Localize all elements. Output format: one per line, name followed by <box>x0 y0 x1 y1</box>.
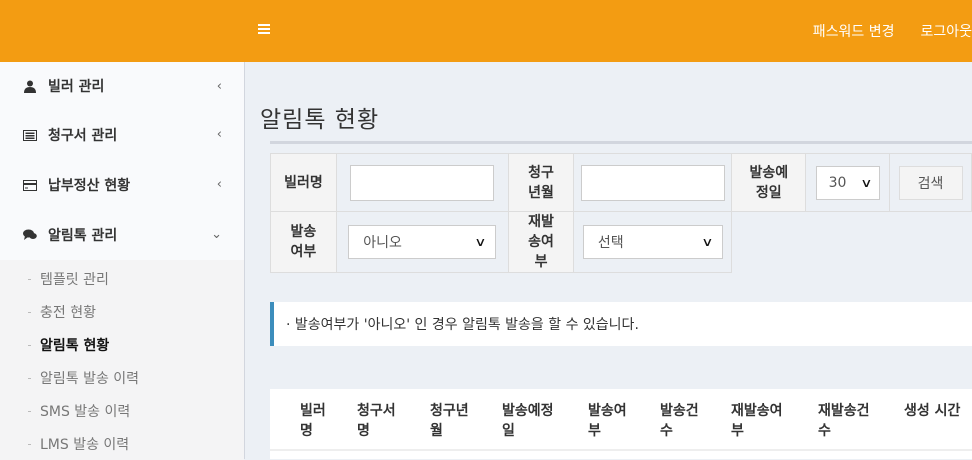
column-header: 생성 시간 <box>904 403 961 419</box>
schedule-label: 발송예정일 <box>731 153 807 212</box>
resend-label: 재발송여부 <box>507 211 575 273</box>
sidebar: 빌러 관리 ‹ 청구서 관리 ‹ 납부정산 현황 ‹ 알림톡 관리 ⌄ 템플릿 … <box>0 62 245 460</box>
submenu-item-charge[interactable]: 충전 현황 <box>0 295 244 328</box>
chevron-left-icon: ‹ <box>216 79 222 94</box>
sidebar-item-label: 알림톡 관리 <box>48 228 118 244</box>
chevron-down-icon: ∨ <box>474 235 487 249</box>
biller-cell <box>335 153 509 212</box>
column-header: 발송건수 <box>660 403 699 439</box>
sidebar-item-label: 납부정산 현황 <box>48 178 131 194</box>
sent-value: 아니오 <box>363 235 402 251</box>
sidebar-item-label: 빌러 관리 <box>48 79 105 95</box>
month-cell <box>573 153 733 212</box>
schedule-label-text: 발송예정일 <box>749 164 789 201</box>
chevron-down-icon: ⌄ <box>211 227 222 242</box>
column-header: 재발송여부 <box>731 403 783 439</box>
comments-icon <box>22 227 38 243</box>
hamburger-icon[interactable] <box>258 22 274 38</box>
month-label: 청구년월 <box>507 153 575 212</box>
alimtalk-submenu: 템플릿 관리 충전 현황 알림톡 현황 알림톡 발송 이력 SMS 발송 이력 … <box>0 260 244 460</box>
search-button[interactable]: 검색 <box>898 165 963 200</box>
submenu-item-template[interactable]: 템플릿 관리 <box>0 262 244 295</box>
header-divider <box>270 449 972 451</box>
resend-cell: 선택 ∨ <box>573 211 733 273</box>
search-form: 빌러명 청구년월 발송예정일 30 ∨ 검색 발송여부 아니오 ∨ 재발송여부 <box>270 153 972 273</box>
submenu-item-alimtalk-status[interactable]: 알림톡 현황 <box>0 328 244 361</box>
sent-select[interactable]: 아니오 ∨ <box>348 225 497 259</box>
chevron-left-icon: ‹ <box>216 127 222 142</box>
logout-link[interactable]: 로그아웃 <box>920 21 972 41</box>
sidebar-item-label: 청구서 관리 <box>48 128 118 144</box>
chevron-down-icon: ∨ <box>860 175 873 190</box>
sidebar-item-biller[interactable]: 빌러 관리 ‹ <box>0 62 244 110</box>
search-button-cell: 검색 <box>889 153 972 212</box>
card-icon <box>22 177 38 193</box>
result-table: 빌러명 청구서명 청구년월 발송예정일 발송여부 발송건수 재발송여부 재발송건… <box>270 389 972 459</box>
column-header: 발송여부 <box>588 403 627 439</box>
column-header: 빌러명 <box>300 403 326 439</box>
schedule-value: 30 <box>828 174 847 191</box>
schedule-select[interactable]: 30 ∨ <box>815 165 880 200</box>
list-icon <box>22 127 38 143</box>
sidebar-item-alimtalk[interactable]: 알림톡 관리 ⌄ <box>0 210 244 260</box>
resend-label-text: 재발송여부 <box>528 214 554 270</box>
submenu-item-sms-history[interactable]: SMS 발송 이력 <box>0 394 244 427</box>
column-header: 발송예정일 <box>502 403 554 439</box>
column-header: 청구년월 <box>430 403 469 439</box>
biller-label-text: 빌러명 <box>284 174 323 191</box>
sidebar-item-invoice[interactable]: 청구서 관리 ‹ <box>0 110 244 160</box>
biller-input[interactable] <box>350 164 495 201</box>
page-title: 알림톡 현황 <box>260 107 380 133</box>
column-header: 재발송건수 <box>818 403 870 439</box>
sent-label-text: 발송여부 <box>290 224 317 260</box>
top-navbar: 패스워드 변경 로그아웃 <box>0 0 972 62</box>
resend-select[interactable]: 선택 ∨ <box>582 225 723 259</box>
box-top-border <box>270 141 972 144</box>
schedule-cell: 30 ∨ <box>805 153 891 212</box>
resend-value: 선택 <box>597 235 624 251</box>
submenu-item-lms-history[interactable]: LMS 발송 이력 <box>0 427 244 460</box>
password-change-link[interactable]: 패스워드 변경 <box>813 21 895 41</box>
sidebar-item-payment[interactable]: 납부정산 현황 ‹ <box>0 160 244 210</box>
column-header: 청구서명 <box>357 403 396 439</box>
chevron-left-icon: ‹ <box>216 177 222 192</box>
chevron-down-icon: ∨ <box>701 235 714 249</box>
sent-cell: 아니오 ∨ <box>335 211 509 273</box>
submenu-item-alimtalk-history[interactable]: 알림톡 발송 이력 <box>0 361 244 394</box>
month-label-text: 청구년월 <box>528 164 554 201</box>
logo-area <box>0 0 245 62</box>
info-callout: · 발송여부가 '아니오' 인 경우 알림톡 발송을 할 수 있습니다. <box>270 302 972 346</box>
biller-label: 빌러명 <box>270 153 337 212</box>
navbar-right: 패스워드 변경 로그아웃 <box>813 0 972 62</box>
info-callout-text: · 발송여부가 '아니오' 인 경우 알림톡 발송을 할 수 있습니다. <box>286 317 639 333</box>
sent-label: 발송여부 <box>270 211 337 273</box>
user-icon <box>22 78 38 94</box>
month-input[interactable] <box>580 164 725 201</box>
